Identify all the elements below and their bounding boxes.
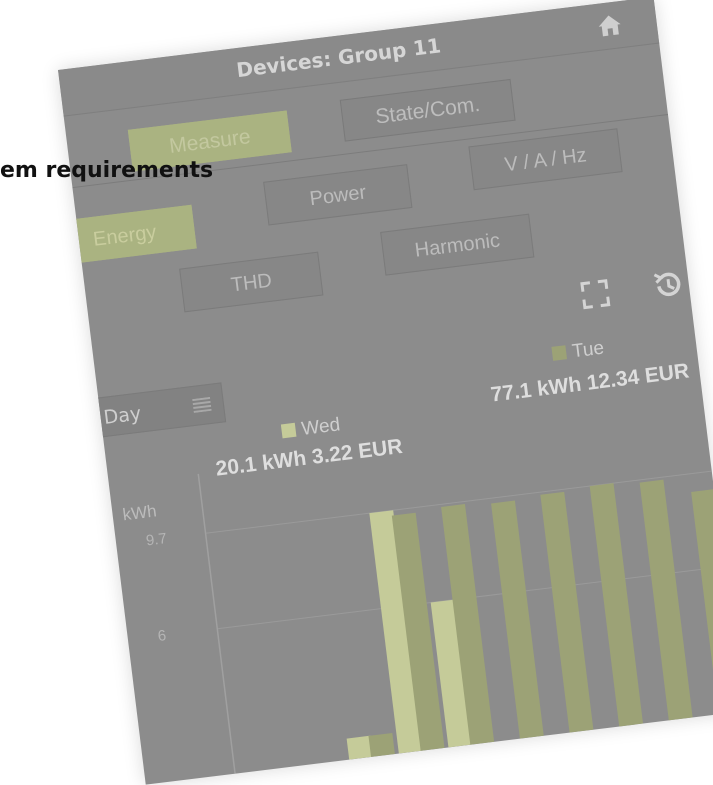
thd-button[interactable]: THD — [179, 251, 324, 313]
history-icon[interactable] — [649, 265, 689, 305]
legend-tue-swatch — [551, 345, 568, 361]
energy-chart: kWh 9.7 6 — [122, 470, 713, 784]
chart-bar — [540, 491, 595, 743]
legend-wed-swatch — [280, 422, 297, 439]
v-a-hz-button[interactable]: V / A / Hz — [468, 128, 623, 191]
y-tick-label: 9.7 — [145, 530, 168, 549]
list-icon — [192, 396, 212, 414]
harmonic-button[interactable]: Harmonic — [380, 213, 535, 276]
overlay-heading: em requirements — [0, 158, 214, 183]
home-icon[interactable] — [595, 11, 624, 40]
y-axis-label: kWh — [122, 501, 158, 524]
device-panel: Devices: Group 11 Measure State/Com. Ene… — [58, 0, 713, 785]
y-tick-label: 6 — [157, 627, 167, 645]
period-select[interactable]: Day — [92, 382, 227, 438]
chart-bar — [491, 500, 545, 749]
period-select-value: Day — [102, 402, 143, 429]
chart-bar — [639, 479, 694, 731]
tab-state-com[interactable]: State/Com. — [339, 78, 516, 142]
chart-bar — [368, 733, 397, 767]
legend-tue: Tue — [551, 338, 605, 366]
power-button[interactable]: Power — [263, 164, 413, 226]
legend-wed-label: Wed — [300, 414, 342, 440]
y-axis-line — [197, 473, 238, 784]
chart-bar — [589, 483, 645, 737]
chart-bar — [691, 489, 713, 725]
fullscreen-icon[interactable] — [575, 274, 615, 314]
legend-tue-label: Tue — [570, 337, 606, 363]
